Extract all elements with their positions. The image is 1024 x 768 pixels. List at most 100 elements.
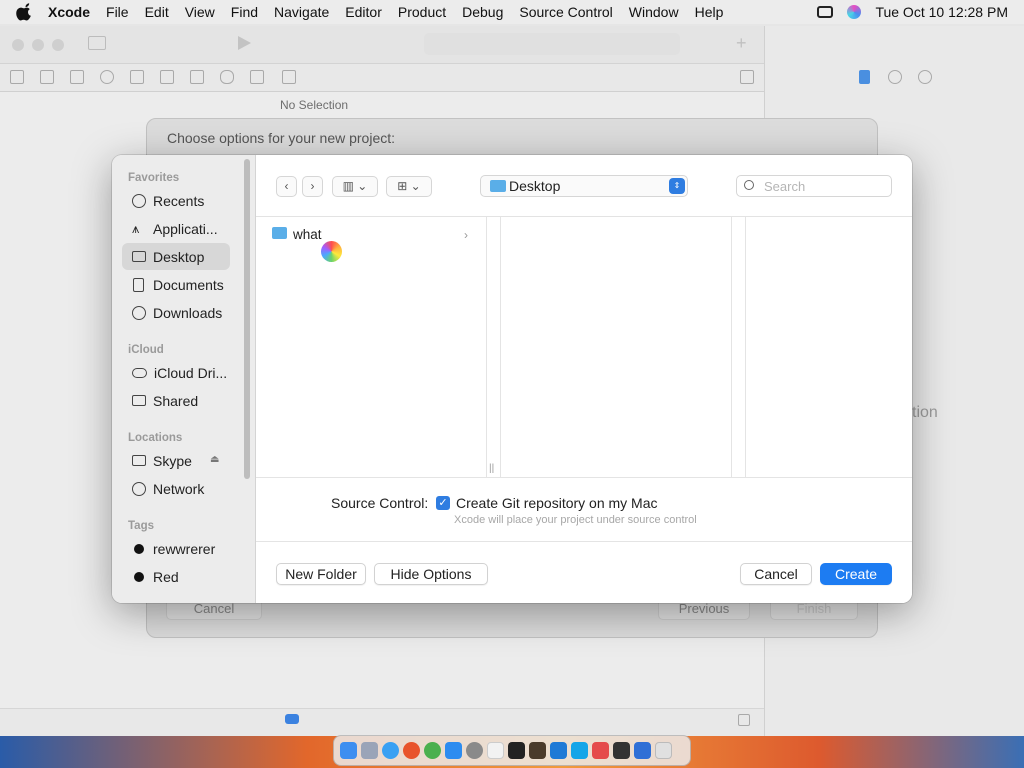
folder-icon[interactable] (10, 70, 24, 84)
git-checkbox-label[interactable]: Create Git repository on my Mac (456, 495, 658, 511)
view-mode-button[interactable]: ▥ ⌄ (332, 176, 378, 197)
menu-product[interactable]: Product (390, 4, 454, 20)
menu-bar: Xcode File Edit View Find Navigate Edito… (0, 0, 1024, 24)
hide-options-button[interactable]: Hide Options (374, 563, 488, 585)
navigator-bar (0, 64, 764, 92)
test-icon[interactable] (160, 70, 174, 84)
menu-source-control[interactable]: Source Control (511, 4, 620, 20)
breakpoint-icon[interactable] (220, 70, 234, 84)
sidebar-item-label: Desktop (153, 248, 205, 265)
menu-find[interactable]: Find (223, 4, 266, 20)
sidebar-item-documents[interactable]: Documents (122, 271, 230, 298)
sidebar-item-recents[interactable]: Recents (122, 187, 230, 214)
list-item[interactable]: what (293, 227, 322, 242)
skype-icon[interactable] (571, 742, 588, 759)
minimize-window-button[interactable] (32, 39, 44, 51)
app-store-icon[interactable] (445, 742, 462, 759)
new-folder-button[interactable]: New Folder (276, 563, 366, 585)
sidebar-item-label: Network (153, 480, 205, 497)
filter-icon[interactable] (285, 714, 299, 724)
firefox-icon[interactable] (403, 742, 420, 759)
run-icon[interactable] (238, 36, 251, 50)
sidebar-item-applications[interactable]: ⩚ Applicati... (122, 215, 230, 242)
sidebar-item-label: Downloads (153, 304, 223, 321)
sidebar-item-tag-red[interactable]: Red (122, 563, 230, 590)
search-placeholder: Search (764, 179, 806, 194)
guitar-app-icon[interactable] (529, 742, 546, 759)
issue-icon[interactable] (130, 70, 144, 84)
chevron-right-icon: › (464, 228, 468, 242)
search-field[interactable] (736, 175, 892, 197)
help-icon[interactable] (918, 70, 932, 84)
menu-window[interactable]: Window (621, 4, 687, 20)
launchpad-icon[interactable] (361, 742, 378, 759)
source-control-label: Source Control: (331, 495, 429, 511)
chrome-icon[interactable] (424, 742, 441, 759)
debug-icon[interactable] (190, 70, 204, 84)
sidebar-item-downloads[interactable]: Downloads (122, 299, 230, 326)
finder-icon[interactable] (340, 742, 357, 759)
activity-view (424, 33, 680, 55)
symbol-icon[interactable] (70, 70, 84, 84)
forward-button[interactable]: › (302, 176, 323, 197)
sidebar-item-skype[interactable]: Skype ⏏ (122, 447, 234, 474)
file-inspector-icon[interactable] (859, 70, 870, 84)
menu-debug[interactable]: Debug (454, 4, 511, 20)
back-button[interactable]: ‹ (276, 176, 297, 197)
no-selection-label: No Selection (280, 98, 349, 112)
add-icon[interactable]: + (736, 33, 747, 54)
sidebar-item-label: Applicati... (153, 220, 218, 237)
browser-column (500, 217, 732, 477)
menu-view[interactable]: View (177, 4, 223, 20)
column-resize-handle[interactable]: || (489, 463, 494, 474)
safari-icon[interactable] (382, 742, 399, 759)
dock (333, 735, 691, 766)
chevron-updown-icon: ⇕ (669, 178, 685, 194)
sidebar-item-tag-rewwrerer[interactable]: rewwrerer (122, 535, 230, 562)
sidebar-item-label: iCloud Dri... (154, 364, 228, 381)
eject-icon[interactable]: ⏏ (210, 454, 224, 468)
group-mode-button[interactable]: ⊞ ⌄ (386, 176, 432, 197)
sidebar-item-network[interactable]: Network (122, 475, 230, 502)
source-control-icon[interactable] (40, 70, 54, 84)
menu-editor[interactable]: Editor (337, 4, 390, 20)
split-editor-icon[interactable] (740, 70, 754, 84)
control-center-icon[interactable] (817, 6, 834, 18)
git-repository-checkbox[interactable]: ✓ (436, 496, 450, 510)
menu-file[interactable]: File (98, 4, 137, 20)
sidebar-item-label: Recents (153, 192, 205, 209)
menu-navigate[interactable]: Navigate (266, 4, 337, 20)
vscode-icon[interactable] (550, 742, 567, 759)
location-popup[interactable]: Desktop (480, 175, 688, 197)
xcode-icon[interactable] (634, 742, 651, 759)
sheet-title: Choose options for your new project: (167, 130, 396, 146)
menu-clock[interactable]: Tue Oct 10 12:28 PM (875, 4, 1008, 20)
apple-icon[interactable] (16, 3, 34, 21)
app-icon[interactable] (592, 742, 609, 759)
create-button[interactable]: Create (820, 563, 892, 585)
menu-app[interactable]: Xcode (40, 4, 98, 20)
sidebar-item-shared[interactable]: Shared (122, 387, 230, 414)
history-icon[interactable] (888, 70, 902, 84)
close-window-button[interactable] (12, 39, 24, 51)
grid-icon[interactable] (282, 70, 296, 84)
zoom-window-button[interactable] (52, 39, 64, 51)
terminal-icon[interactable] (508, 742, 525, 759)
piano-app-icon[interactable] (613, 742, 630, 759)
system-settings-icon[interactable] (466, 742, 483, 759)
cancel-button[interactable]: Cancel (740, 563, 812, 585)
menu-edit[interactable]: Edit (137, 4, 177, 20)
sidebar-toggle-icon[interactable] (88, 36, 106, 50)
menu-help[interactable]: Help (687, 4, 732, 20)
sidebar-scrollbar[interactable] (244, 159, 250, 479)
sidebar-item-desktop[interactable]: Desktop (122, 243, 230, 270)
panel-icon[interactable] (738, 714, 750, 726)
report-icon[interactable] (250, 70, 264, 84)
sidebar-item-icloud-drive[interactable]: iCloud Dri... (122, 359, 230, 386)
document-icon (133, 277, 144, 292)
trash-icon[interactable] (655, 742, 672, 759)
grid-icon: ⊞ ⌄ (397, 179, 421, 193)
find-icon[interactable] (100, 70, 114, 84)
siri-icon[interactable] (847, 5, 862, 19)
textedit-icon[interactable] (487, 742, 504, 759)
